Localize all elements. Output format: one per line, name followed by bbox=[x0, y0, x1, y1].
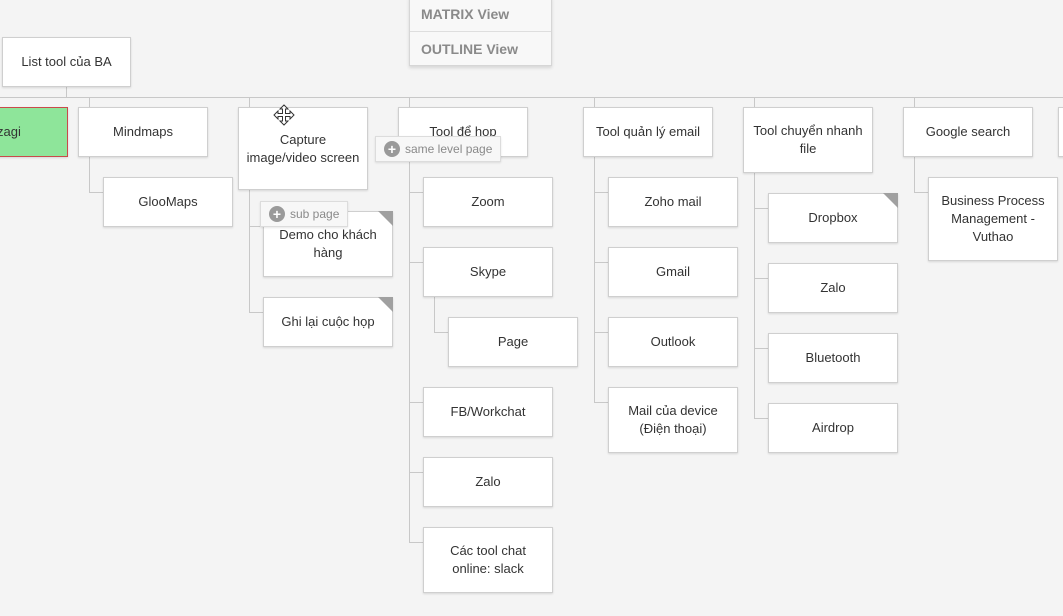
node-zalo-meeting[interactable]: Zalo bbox=[423, 457, 553, 507]
node-gloomaps[interactable]: GlooMaps bbox=[103, 177, 233, 227]
node-mindmaps[interactable]: Mindmaps bbox=[78, 107, 208, 157]
node-page[interactable]: Page bbox=[448, 317, 578, 367]
node-airdrop[interactable]: Airdrop bbox=[768, 403, 898, 453]
connector bbox=[754, 208, 769, 209]
node-gloomaps-label: GlooMaps bbox=[138, 194, 198, 209]
node-bluetooth-label: Bluetooth bbox=[805, 350, 861, 365]
connector bbox=[914, 192, 929, 193]
node-record-meeting-label: Ghi lại cuộc họp bbox=[281, 314, 375, 329]
node-chat-tools-label: Các tool chat online: slack bbox=[450, 543, 526, 576]
node-skype-label: Skype bbox=[469, 264, 507, 279]
node-fb-workchat-label: FB/Workchat bbox=[450, 404, 526, 419]
node-gmail-label: Gmail bbox=[656, 264, 690, 279]
node-zoom[interactable]: Zoom bbox=[423, 177, 553, 227]
matrix-view-option[interactable]: MATRIX View bbox=[410, 0, 551, 31]
connector bbox=[409, 262, 424, 263]
node-partial-right[interactable] bbox=[1058, 107, 1063, 157]
connector bbox=[754, 172, 755, 419]
connector bbox=[434, 332, 449, 333]
node-zoom-label: Zoom bbox=[471, 194, 505, 209]
view-menu: MATRIX View OUTLINE View bbox=[409, 0, 552, 66]
node-transfer[interactable]: Tool chuyển nhanh file bbox=[743, 107, 873, 173]
connector bbox=[594, 402, 609, 403]
node-mindmaps-label: Mindmaps bbox=[113, 124, 173, 139]
node-dropbox-label: Dropbox bbox=[808, 210, 858, 225]
connector bbox=[754, 348, 769, 349]
connector bbox=[754, 418, 769, 419]
node-gmail[interactable]: Gmail bbox=[608, 247, 738, 297]
node-chat-tools[interactable]: Các tool chat online: slack bbox=[423, 527, 553, 593]
connector bbox=[594, 262, 609, 263]
outline-view-option[interactable]: OUTLINE View bbox=[410, 31, 551, 65]
connector bbox=[434, 296, 435, 333]
connector bbox=[0, 97, 1063, 98]
node-transfer-label: Tool chuyển nhanh file bbox=[753, 123, 863, 156]
connector bbox=[594, 156, 595, 403]
fold-corner-icon bbox=[378, 211, 393, 226]
node-device-mail-label: Mail của device (Điện thoại) bbox=[628, 403, 718, 436]
connector bbox=[594, 332, 609, 333]
move-cursor-icon bbox=[273, 104, 295, 126]
root-node-label: List tool của BA bbox=[21, 54, 112, 69]
fold-corner-icon bbox=[378, 297, 393, 312]
node-zalo-transfer-label: Zalo bbox=[820, 280, 846, 295]
connector bbox=[409, 542, 424, 543]
node-zagi[interactable]: zagi bbox=[0, 107, 68, 157]
connector bbox=[594, 192, 609, 193]
node-google-label: Google search bbox=[925, 124, 1011, 139]
connector bbox=[249, 189, 250, 313]
sub-page-label: sub page bbox=[290, 207, 340, 221]
node-zalo-transfer[interactable]: Zalo bbox=[768, 263, 898, 313]
node-bpm-vuthao[interactable]: Business Process Management - Vuthao bbox=[928, 177, 1058, 261]
connector bbox=[89, 156, 90, 193]
node-email[interactable]: Tool quản lý email bbox=[583, 107, 713, 157]
node-bluetooth[interactable]: Bluetooth bbox=[768, 333, 898, 383]
node-zagi-label: zagi bbox=[0, 124, 21, 139]
node-dropbox[interactable]: Dropbox bbox=[768, 193, 898, 243]
same-level-page-button[interactable]: + same level page bbox=[375, 136, 502, 162]
node-airdrop-label: Airdrop bbox=[812, 420, 854, 435]
fold-corner-icon bbox=[883, 193, 898, 208]
connector bbox=[754, 278, 769, 279]
plus-icon: + bbox=[269, 206, 285, 222]
node-bpm-vuthao-label: Business Process Management - Vuthao bbox=[941, 193, 1045, 244]
connector bbox=[249, 312, 264, 313]
node-capture-label: Capture image/video screen bbox=[246, 131, 360, 165]
connector bbox=[89, 192, 104, 193]
node-zalo-meeting-label: Zalo bbox=[475, 474, 501, 489]
node-demo-label: Demo cho khách hàng bbox=[279, 227, 377, 260]
node-outlook[interactable]: Outlook bbox=[608, 317, 738, 367]
sub-page-button[interactable]: + sub page bbox=[260, 201, 349, 227]
connector bbox=[409, 472, 424, 473]
node-page-label: Page bbox=[497, 334, 529, 349]
node-email-label: Tool quản lý email bbox=[595, 124, 701, 139]
node-record-meeting[interactable]: Ghi lại cuộc họp bbox=[263, 297, 393, 347]
connector bbox=[409, 156, 410, 543]
node-google[interactable]: Google search bbox=[903, 107, 1033, 157]
root-node[interactable]: List tool của BA bbox=[2, 37, 131, 87]
node-outlook-label: Outlook bbox=[650, 334, 696, 349]
same-level-page-label: same level page bbox=[405, 142, 493, 156]
node-capture[interactable]: Capture image/video screen bbox=[238, 107, 368, 190]
node-skype[interactable]: Skype bbox=[423, 247, 553, 297]
connector bbox=[409, 402, 424, 403]
connector bbox=[409, 192, 424, 193]
node-device-mail[interactable]: Mail của device (Điện thoại) bbox=[608, 387, 738, 453]
plus-icon: + bbox=[384, 141, 400, 157]
node-fb-workchat[interactable]: FB/Workchat bbox=[423, 387, 553, 437]
node-zoho[interactable]: Zoho mail bbox=[608, 177, 738, 227]
node-zoho-label: Zoho mail bbox=[644, 194, 702, 209]
connector bbox=[914, 156, 915, 193]
